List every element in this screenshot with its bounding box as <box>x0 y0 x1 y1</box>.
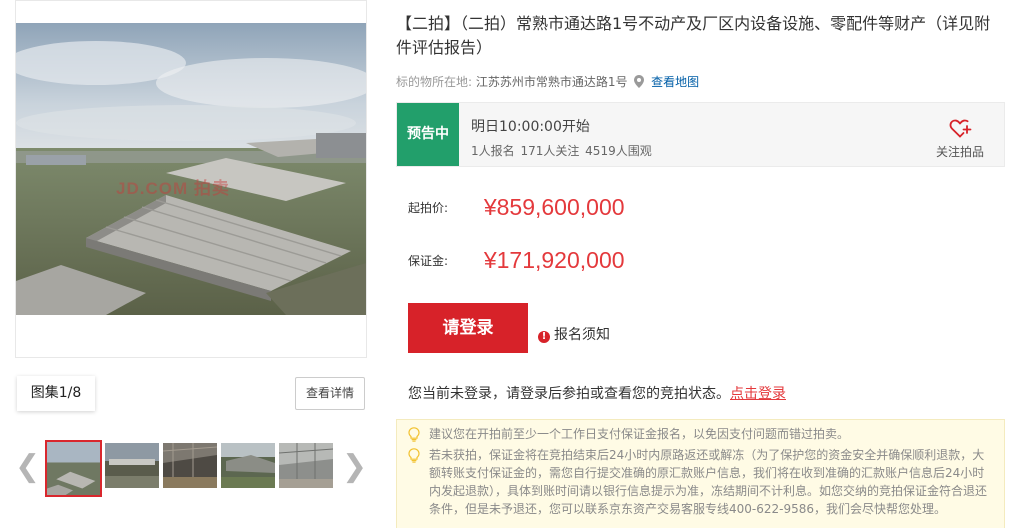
deposit-row: 保证金: ¥171,920,000 <box>408 247 625 274</box>
registration-notice-link[interactable]: ! 报名须知 <box>538 324 610 344</box>
deposit-value: ¥171,920,000 <box>483 247 625 273</box>
watermark-text: JD.COM 拍卖 <box>116 179 230 198</box>
gallery-count: 图集1/8 <box>17 376 95 411</box>
lightbulb-icon <box>408 427 420 442</box>
follow-item-button[interactable]: 关注拍品 <box>925 116 995 160</box>
main-photo[interactable]: JD.COM 拍卖 <box>15 0 367 358</box>
login-button[interactable]: 请登录 <box>408 303 528 353</box>
gallery-thumbnail[interactable] <box>221 443 275 488</box>
auction-status-panel: 预告中 明日10:00:00开始 1人报名 171人关注 4519人围观 关注拍… <box>396 102 1005 167</box>
location-line: 标的物所在地: 江苏苏州市常熟市通达路1号 查看地图 <box>396 73 699 90</box>
gallery-thumbnail[interactable] <box>105 443 159 488</box>
gallery-thumbnail[interactable] <box>45 440 102 497</box>
login-prompt: 您当前未登录，请登录后参拍或查看您的竞拍状态。点击登录 <box>408 383 786 403</box>
starting-price-label: 起拍价: <box>408 201 449 215</box>
follow-label: 关注拍品 <box>935 145 984 159</box>
start-time: 明日10:00:00开始 <box>471 119 590 135</box>
location-address: 江苏苏州市常熟市通达路1号 <box>475 75 628 89</box>
prev-arrow-icon[interactable]: ❮ <box>15 452 40 482</box>
alert-icon: ! <box>538 331 550 343</box>
location-label: 标的物所在地: <box>396 75 473 89</box>
view-details-button[interactable]: 查看详情 <box>295 377 365 410</box>
click-login-link[interactable]: 点击登录 <box>730 386 786 402</box>
starting-price-row: 起拍价: ¥859,600,000 <box>408 194 625 221</box>
lightbulb-icon <box>408 448 420 463</box>
auction-title: 【二拍】（二拍）常熟市通达路1号不动产及厂区内设备设施、零配件等财产（详见附件评… <box>396 14 991 57</box>
tip-item: 若未获拍，保证金将在竞拍结束后24小时内原路返还或解冻（为了保护您的资金安全并确… <box>408 446 994 518</box>
starting-price-value: ¥859,600,000 <box>483 194 625 220</box>
tip-text: 建议您在开拍前至少一个工作日支付保证金报名，以免因支付问题而错过拍卖。 <box>429 427 850 441</box>
map-pin-icon <box>634 75 645 88</box>
heart-plus-icon <box>949 119 972 138</box>
participation-stats: 1人报名 171人关注 4519人围观 <box>471 144 652 158</box>
tip-item: 建议您在开拍前至少一个工作日支付保证金报名，以免因支付问题而错过拍卖。 <box>408 425 994 443</box>
gallery-thumbnail[interactable] <box>163 443 217 488</box>
deposit-label: 保证金: <box>408 254 449 268</box>
aerial-factory-photo <box>16 23 366 315</box>
tip-text: 若未获拍，保证金将在竞拍结束后24小时内原路返还或解冻（为了保护您的资金安全并确… <box>429 448 988 516</box>
view-map-link[interactable]: 查看地图 <box>651 75 699 89</box>
status-badge: 预告中 <box>397 103 459 166</box>
login-prompt-text: 您当前未登录，请登录后参拍或查看您的竞拍状态。 <box>408 386 730 402</box>
next-arrow-icon[interactable]: ❯ <box>342 452 367 482</box>
gallery-thumbnail[interactable] <box>279 443 333 488</box>
registration-notice-label: 报名须知 <box>554 327 610 343</box>
payment-tips-panel: 建议您在开拍前至少一个工作日支付保证金报名，以免因支付问题而错过拍卖。 若未获拍… <box>396 419 1005 528</box>
